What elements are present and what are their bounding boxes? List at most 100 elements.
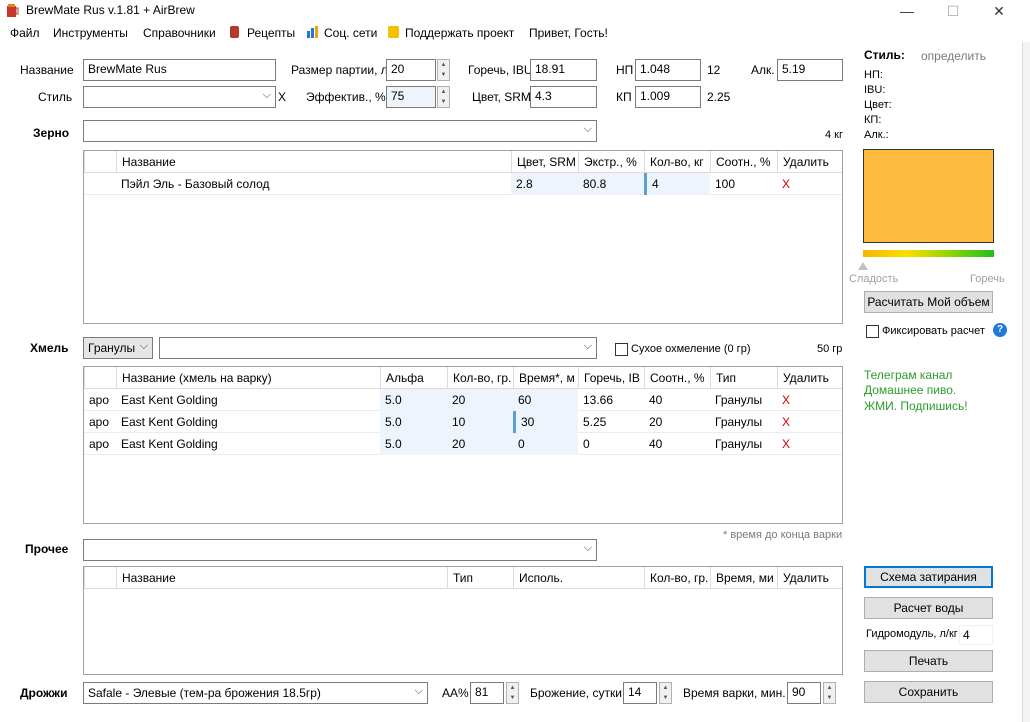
grain-select[interactable]: ⌵ (83, 120, 597, 142)
grain-ratio[interactable]: 100 (710, 173, 777, 195)
header-name[interactable]: Название (116, 567, 447, 589)
hop-time[interactable]: 30 (513, 411, 578, 433)
header-srm[interactable]: Цвет, SRM (511, 151, 578, 173)
hop-alpha[interactable]: 5.0 (380, 389, 447, 411)
hop-qty[interactable]: 20 (447, 433, 513, 455)
boil-time-spinner[interactable]: ▲ ▼ (823, 682, 836, 704)
batch-spinner[interactable]: ▲ ▼ (437, 59, 450, 81)
og-plato: 12 (707, 63, 721, 77)
og-label: НП (616, 63, 634, 77)
side-og-label: НП: (864, 69, 883, 81)
promo-line-1[interactable]: Телеграм канал (864, 368, 952, 382)
header-time[interactable]: Время*, м (513, 367, 578, 389)
header-alpha[interactable]: Альфа (380, 367, 447, 389)
header-qty[interactable]: Кол-во, кг (644, 151, 710, 173)
save-button[interactable]: Сохранить (864, 681, 993, 703)
boil-time-label: Время варки, мин. (683, 686, 786, 700)
header-type[interactable]: Тип (710, 367, 777, 389)
style-select[interactable]: ⌵ (83, 86, 276, 108)
menu-recipes[interactable]: Рецепты (247, 26, 295, 40)
boil-time-input[interactable]: 90 (787, 682, 821, 704)
menu-support[interactable]: Поддержать проект (405, 26, 514, 40)
hop-select[interactable]: ⌵ (159, 337, 597, 359)
grain-srm[interactable]: 2.8 (511, 173, 578, 195)
header-ratio[interactable]: Соотн., % (710, 151, 777, 173)
header-qty[interactable]: Кол-во, гр. (447, 367, 513, 389)
dry-hop-checkbox[interactable] (615, 343, 628, 356)
calc-volume-button[interactable]: Расчитать Мой объем (864, 291, 993, 313)
fermentation-spinner[interactable]: ▲ ▼ (659, 682, 672, 704)
header-name[interactable]: Название (116, 151, 511, 173)
maximize-button[interactable]: ☐ (930, 0, 976, 22)
header-type[interactable]: Тип (447, 567, 513, 589)
minimize-button[interactable]: — (884, 0, 930, 22)
hop-time[interactable]: 60 (513, 389, 578, 411)
header-qty[interactable]: Кол-во, гр. (644, 567, 710, 589)
hop-qty[interactable]: 10 (447, 411, 513, 433)
aa-spinner[interactable]: ▲ ▼ (506, 682, 519, 704)
mash-schedule-button[interactable]: Схема затирания (864, 566, 993, 588)
hop-alpha[interactable]: 5.0 (380, 433, 447, 455)
delete-row-button[interactable]: X (777, 389, 842, 411)
app-beer-icon (7, 4, 19, 17)
fix-calc-checkbox[interactable] (866, 325, 879, 338)
aa-input[interactable]: 81 (470, 682, 504, 704)
style-clear-button[interactable]: X (278, 90, 286, 104)
table-row[interactable]: аро East Kent Golding 5.0 20 0 0 40 Гран… (84, 433, 842, 455)
help-icon[interactable]: ? (993, 323, 1007, 337)
menu-greeting[interactable]: Привет, Гость! (529, 26, 608, 40)
hops-table-header: Название (хмель на варку) Альфа Кол-во, … (84, 367, 842, 389)
print-button[interactable]: Печать (864, 650, 993, 672)
hop-type[interactable]: Гранулы (710, 389, 777, 411)
delete-row-button[interactable]: X (777, 173, 842, 195)
menu-file[interactable]: Файл (10, 26, 40, 40)
header-use[interactable]: Исполь. (513, 567, 644, 589)
other-select[interactable]: ⌵ (83, 539, 597, 561)
header-delete[interactable]: Удалить (777, 367, 842, 389)
hop-form-select[interactable]: Гранулы ⌵ (83, 337, 153, 359)
hop-time[interactable]: 0 (513, 433, 578, 455)
menu-social[interactable]: Соц. сети (324, 26, 377, 40)
batch-input[interactable]: 20 (386, 59, 436, 81)
hop-ibu: 13.66 (583, 393, 614, 407)
delete-row-button[interactable]: X (777, 433, 842, 455)
detect-style-link[interactable]: определить (921, 49, 986, 63)
efficiency-input[interactable]: 75 (386, 86, 436, 108)
header-delete[interactable]: Удалить (777, 567, 842, 589)
water-calc-button[interactable]: Расчет воды (864, 597, 993, 619)
promo-line-3[interactable]: ЖМИ. Подпишись! (864, 399, 968, 413)
hop-ratio: 20 (649, 415, 663, 429)
hop-qty[interactable]: 20 (447, 389, 513, 411)
header-extract[interactable]: Экстр., % (578, 151, 644, 173)
donate-icon (388, 26, 399, 38)
table-row[interactable]: аро East Kent Golding 5.0 10 30 5.25 20 … (84, 411, 842, 433)
promo-line-2[interactable]: Домашнее пиво. (864, 383, 956, 397)
header-delete[interactable]: Удалить (777, 151, 842, 173)
grain-extract[interactable]: 80.8 (578, 173, 644, 195)
hop-type[interactable]: Гранулы (710, 411, 777, 433)
menu-references[interactable]: Справочники (143, 26, 216, 40)
table-row[interactable]: Пэйл Эль - Базовый солод 2.8 80.8 4 100 … (84, 173, 842, 195)
name-input[interactable]: BrewMate Rus (83, 59, 276, 81)
table-row[interactable]: аро East Kent Golding 5.0 20 60 13.66 40… (84, 389, 842, 411)
beer-color-swatch (863, 149, 994, 243)
hop-alpha[interactable]: 5.0 (380, 411, 447, 433)
hydromodule-input[interactable]: 4 (959, 625, 993, 645)
delete-row-button[interactable]: X (777, 411, 842, 433)
grain-qty[interactable]: 4 (644, 173, 710, 195)
hop-use: аро (89, 415, 110, 429)
sweetness-label: Сладость (849, 273, 899, 285)
efficiency-spinner[interactable]: ▲ ▼ (437, 86, 450, 108)
close-button[interactable]: ✕ (976, 0, 1022, 22)
header-ibu[interactable]: Горечь, IB (578, 367, 644, 389)
header-cell (84, 367, 116, 389)
header-time[interactable]: Время, ми (710, 567, 777, 589)
hop-type[interactable]: Гранулы (710, 433, 777, 455)
yeast-label: Дрожжи (20, 686, 68, 700)
hop-ratio: 40 (649, 393, 663, 407)
header-ratio[interactable]: Соотн., % (644, 367, 710, 389)
yeast-select[interactable]: Safale - Элевые (тем-ра брожения 18.5гр)… (83, 682, 428, 704)
header-hop-name[interactable]: Название (хмель на варку) (116, 367, 380, 389)
menu-tools[interactable]: Инструменты (53, 26, 128, 40)
fermentation-input[interactable]: 14 (623, 682, 657, 704)
